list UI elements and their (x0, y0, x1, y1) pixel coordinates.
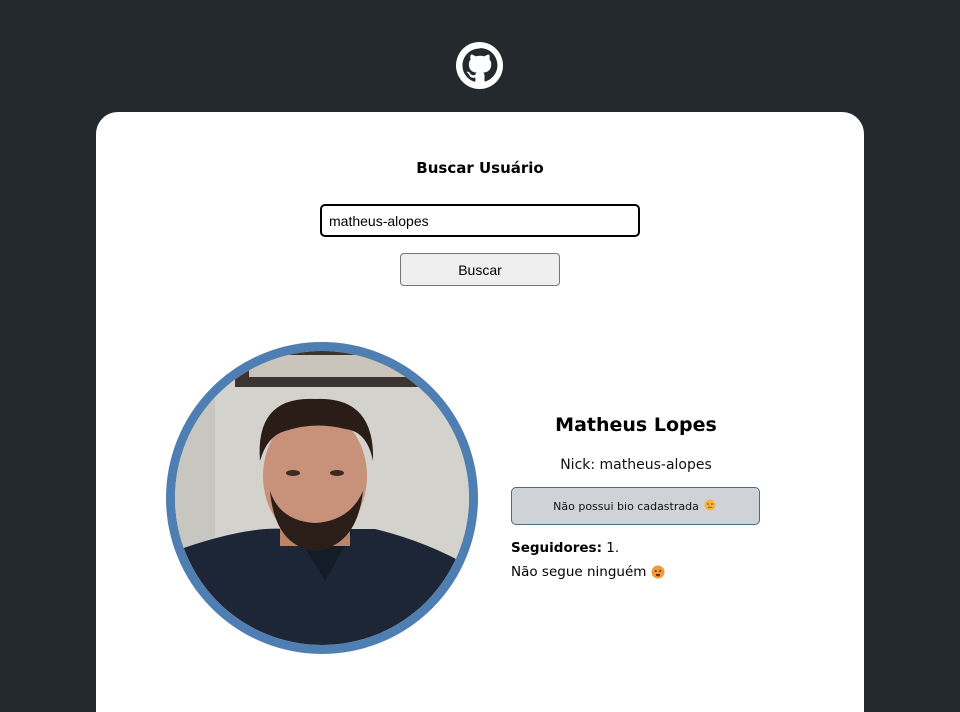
github-logo-icon (456, 42, 503, 89)
avatar-photo-icon (175, 351, 469, 645)
crying-face-emoji-icon (651, 565, 665, 579)
user-avatar (166, 342, 478, 654)
following-text: Não segue ninguém (511, 564, 647, 580)
sad-face-emoji-icon (704, 499, 718, 513)
bio-text: Não possui bio cadastrada (553, 499, 699, 513)
search-button[interactable]: Buscar (400, 253, 560, 286)
followers-value: 1. (606, 540, 620, 556)
bio-box: Não possui bio cadastrada (511, 487, 760, 525)
search-title: Buscar Usuário (416, 159, 544, 177)
main-card: Buscar Usuário Buscar Matheus Lopes Nick… (96, 112, 864, 712)
profile-nick: Nick: matheus-alopes (560, 457, 712, 473)
profile-name: Matheus Lopes (555, 414, 717, 436)
followers-count: Seguidores: 1. (511, 540, 619, 556)
followers-label: Seguidores: (511, 540, 602, 556)
username-search-input[interactable] (320, 204, 640, 237)
following-status: Não segue ninguém (511, 564, 665, 580)
